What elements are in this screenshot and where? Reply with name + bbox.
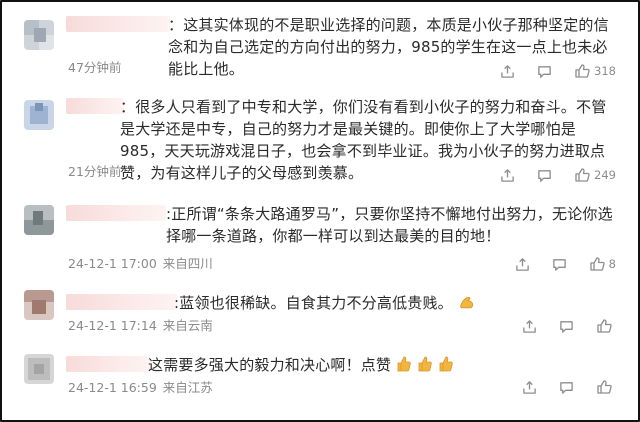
like-button[interactable] [596, 318, 616, 334]
avatar[interactable] [24, 100, 54, 130]
comment-location: 来自江苏 [162, 380, 213, 395]
comment-icon [560, 320, 573, 333]
avatar[interactable] [24, 20, 54, 50]
thumbs-up-icon [590, 257, 605, 271]
username-blurred[interactable] [66, 98, 124, 114]
comment-time: 24-12-1 17:00 [68, 256, 157, 271]
comment-actions [522, 317, 616, 335]
share-button[interactable] [522, 380, 537, 395]
thumbs-up-emoji [418, 356, 432, 372]
comment-actions: 249 [500, 166, 616, 184]
share-button[interactable] [522, 319, 537, 334]
username-blurred[interactable] [66, 356, 150, 372]
like-count: 8 [608, 257, 616, 271]
avatar[interactable] [24, 354, 54, 384]
comment-icon [538, 65, 551, 78]
comment-time: 24-12-1 17:14 [68, 318, 157, 333]
comment-text: 这需要多强大的毅力和决心啊！点赞 [148, 354, 620, 376]
share-button[interactable] [515, 257, 530, 272]
username-blurred[interactable] [66, 16, 170, 32]
comment-icon [538, 169, 551, 182]
share-icon [523, 380, 536, 394]
comment-actions: 318 [500, 62, 616, 80]
share-button[interactable] [500, 64, 515, 79]
share-icon [501, 168, 514, 182]
comment-time: 21分钟前 [68, 164, 122, 179]
share-icon [523, 319, 536, 333]
comment-meta: 24-12-1 17:14 来自云南 [68, 318, 213, 334]
comment-meta: 24-12-1 17:00 来自四川 [68, 256, 213, 272]
reply-button[interactable] [559, 380, 574, 395]
reply-button[interactable] [537, 64, 552, 79]
comment-text: :正所谓“条条大路通罗马”，只要你坚持不懈地付出努力，无论你选择哪一条道路，你都… [166, 205, 613, 245]
reply-button[interactable] [537, 168, 552, 183]
share-icon [515, 257, 529, 271]
like-count: 318 [594, 64, 616, 78]
comment-time: 47分钟前 [68, 60, 122, 75]
comment-meta: 21分钟前 [68, 164, 121, 180]
username-blurred[interactable] [66, 205, 166, 221]
thumbs-up-emoji [397, 356, 411, 372]
like-button[interactable]: 8 [589, 256, 616, 272]
thumbs-up-icon [597, 319, 612, 333]
avatar[interactable] [24, 205, 54, 235]
avatar[interactable] [24, 290, 54, 320]
reply-button[interactable] [559, 319, 574, 334]
comment-time: 24-12-1 16:59 [68, 380, 157, 395]
comment-location: 来自四川 [162, 256, 213, 271]
like-button[interactable]: 318 [574, 63, 616, 79]
comment-icon [560, 381, 573, 394]
like-count: 249 [594, 168, 616, 182]
comment-actions [522, 378, 616, 396]
flexed-biceps-emoji [459, 297, 474, 309]
share-button[interactable] [500, 168, 515, 183]
comment-icon [552, 258, 566, 271]
comment-actions: 8 [515, 255, 616, 273]
username-blurred[interactable] [66, 294, 178, 310]
comment-text: :蓝领也很稀缺。自食其力不分高低贵贱。 [174, 292, 620, 314]
thumbs-up-icon [597, 380, 612, 394]
comment-meta: 47分钟前 [68, 60, 121, 76]
like-button[interactable] [596, 379, 616, 395]
thumbs-up-icon [575, 168, 590, 182]
comment-meta: 24-12-1 16:59 来自江苏 [68, 380, 213, 396]
reply-button[interactable] [552, 257, 567, 272]
comment-location: 来自云南 [162, 318, 213, 333]
thumbs-up-emoji [439, 356, 453, 372]
like-button[interactable]: 249 [574, 167, 616, 183]
share-icon [501, 64, 514, 78]
thumbs-up-icon [575, 64, 590, 78]
